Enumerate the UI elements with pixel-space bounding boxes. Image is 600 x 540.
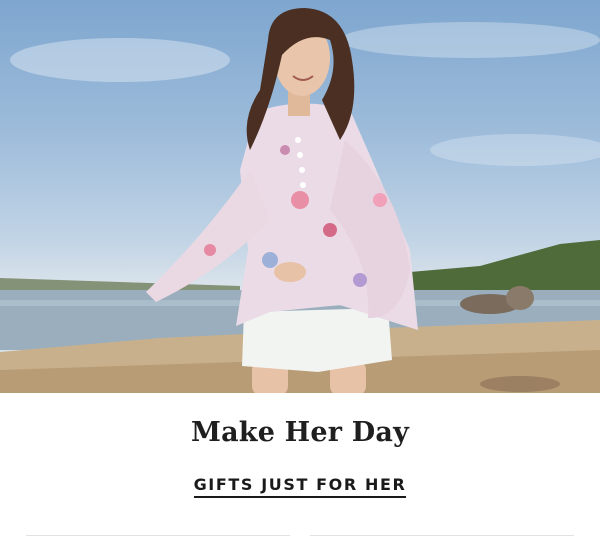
divider-right [310, 535, 574, 536]
promo-headline: Make Her Day [191, 417, 409, 448]
gifts-just-for-her-link[interactable]: GIFTS JUST FOR HER [193, 475, 407, 498]
divider-left [26, 535, 290, 536]
hero-illustration [0, 8, 600, 393]
promo-section: Make Her Day GIFTS JUST FOR HER [0, 393, 600, 540]
hero-image[interactable] [0, 0, 600, 393]
cta-container: GIFTS JUST FOR HER [0, 475, 600, 498]
